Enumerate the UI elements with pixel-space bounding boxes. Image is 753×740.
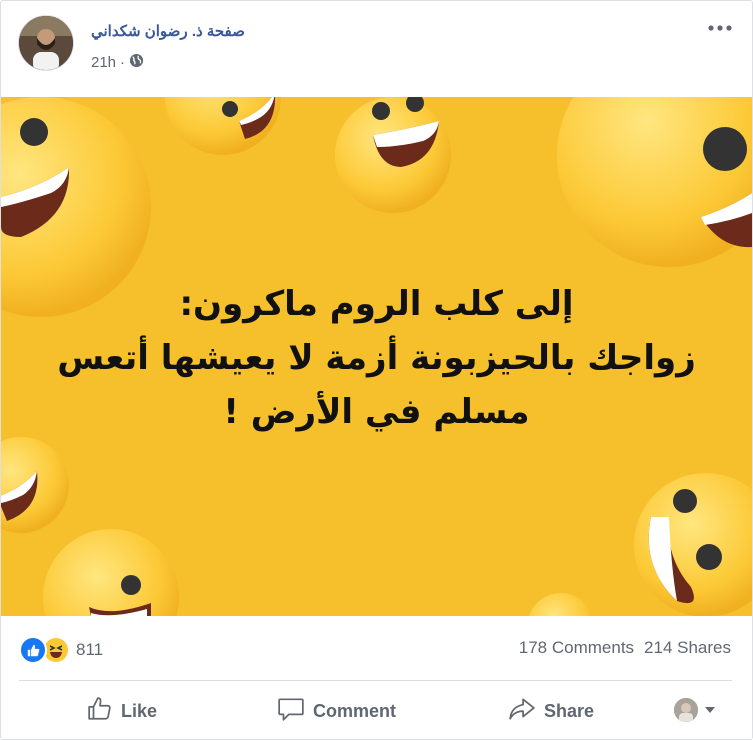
chevron-down-icon [704,701,716,719]
share-arrow-icon [508,696,536,727]
post-meta: 21h · [91,53,144,72]
comment-icon [277,696,305,727]
page-avatar[interactable] [18,15,74,71]
avatar [674,698,698,722]
post-time[interactable]: 21h [91,54,116,71]
share-button[interactable]: Share [508,696,594,726]
share-label: Share [544,700,595,721]
like-reaction-icon [19,636,47,664]
globe-icon[interactable] [129,53,144,72]
like-button[interactable]: Like [87,696,157,726]
comments-count-link[interactable]: 178 Comments [519,638,634,658]
divider [19,680,732,681]
comment-label: Comment [313,700,397,721]
reaction-count: 811 [76,640,104,659]
post-card: صفحة ذ. رضوان شكداني 21h · إلى كلب الروم… [0,0,753,740]
like-label: Like [121,700,158,721]
image-caption-line: زواجك بالحيزبونة أزمة لا يعيشها أتعس [57,338,696,378]
meta-separator: · [120,54,126,71]
more-dots-icon[interactable] [706,21,734,35]
image-caption: إلى كلب الروم ماكرون: زواجك بالحيزبونة أ… [1,277,752,439]
reactions-summary[interactable]: 811 [19,636,103,664]
engagement-counts: 178 Comments 214 Shares [519,638,731,658]
page-name-link[interactable]: صفحة ذ. رضوان شكداني [91,22,245,40]
post-stats: 811 178 Comments 214 Shares [1,616,752,680]
emoji-decoration [335,97,451,213]
post-actions: Like Comment Share [1,682,752,739]
comment-button[interactable]: Comment [277,696,396,726]
post-image[interactable]: إلى كلب الروم ماكرون: زواجك بالحيزبونة أ… [1,97,752,616]
thumbs-up-icon [87,696,113,727]
image-caption-line: مسلم في الأرض ! [223,392,530,432]
reaction-audience-selector[interactable] [674,698,716,722]
image-caption-line: إلى كلب الروم ماكرون: [179,284,574,324]
post-header: صفحة ذ. رضوان شكداني 21h · [1,1,752,97]
shares-count-link[interactable]: 214 Shares [644,638,731,658]
